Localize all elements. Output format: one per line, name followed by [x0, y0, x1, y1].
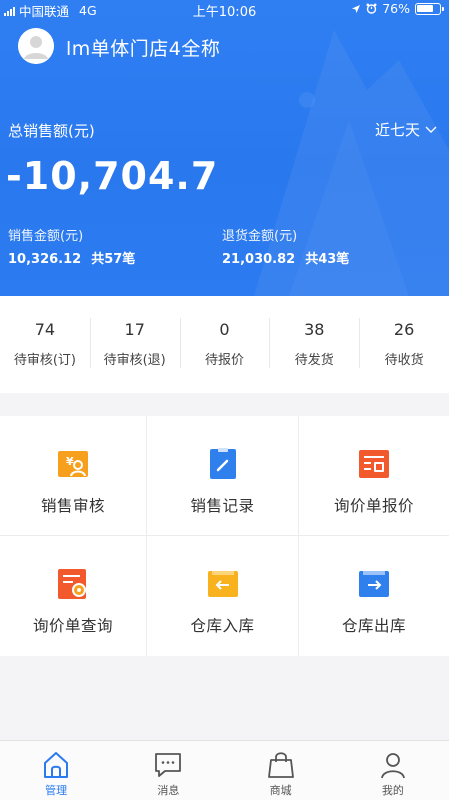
counter-pending-order-review[interactable]: 74 待审核(订) — [0, 296, 90, 393]
status-bar: 中国联通 4G 上午10:06 76% — [0, 0, 449, 20]
user-icon — [380, 753, 405, 779]
avatar[interactable] — [18, 28, 54, 64]
message-icon — [155, 753, 182, 777]
counter-pending-receipt[interactable]: 26 待收货 — [359, 296, 449, 393]
menu-label: 销售记录 — [190, 497, 255, 515]
period-selector[interactable]: 近七天 — [375, 119, 437, 140]
tab-manage[interactable]: 管理 — [0, 741, 112, 800]
sales-record-icon — [209, 448, 236, 479]
return-amount-summary: 21,030.82 共43笔 — [222, 248, 349, 267]
sales-summary-header: 中国联通 4G 上午10:06 76% lm单体门店4全称 总销售额(元) 近七… — [0, 0, 449, 296]
user-avatar-icon — [18, 28, 54, 64]
function-menu-grid: ¥ 销售审核 销售记录 询价单报价 询价单查询 仓库入库 仓库出库 — [0, 416, 449, 656]
sales-amount-label: 销售金额(元) — [8, 229, 84, 244]
total-sales-label: 总销售额(元) — [8, 122, 95, 140]
counter-value: 0 — [219, 320, 230, 339]
home-icon — [44, 752, 69, 778]
warehouse-in-icon — [207, 571, 238, 597]
svg-text:¥: ¥ — [66, 455, 74, 468]
counter-label: 待发货 — [294, 353, 334, 368]
total-sales-value: -10,704.7 — [6, 154, 219, 198]
store-name[interactable]: lm单体门店4全称 — [66, 34, 220, 61]
menu-sales-review[interactable]: ¥ 销售审核 — [0, 416, 147, 536]
tab-label: 商城 — [269, 784, 292, 797]
counter-label: 待审核(退) — [103, 353, 166, 368]
order-status-counters: 74 待审核(订) 17 待审核(退) 0 待报价 38 待发货 26 待收货 — [0, 296, 449, 393]
menu-label: 仓库入库 — [190, 617, 255, 635]
battery-icon — [415, 2, 444, 15]
counter-label: 待收货 — [384, 353, 424, 368]
inquiry-quote-icon — [359, 450, 389, 478]
menu-inquiry-quote[interactable]: 询价单报价 — [299, 416, 449, 536]
menu-sales-record[interactable]: 销售记录 — [147, 416, 299, 536]
tab-messages[interactable]: 消息 — [112, 741, 224, 800]
period-label: 近七天 — [374, 121, 420, 139]
tab-mall[interactable]: 商城 — [225, 741, 337, 800]
return-amount-label: 退货金额(元) — [222, 229, 298, 244]
menu-label: 仓库出库 — [341, 617, 406, 635]
menu-label: 询价单报价 — [333, 497, 414, 515]
bottom-tab-bar: 管理 消息 商城 我的 — [0, 740, 449, 800]
menu-warehouse-out[interactable]: 仓库出库 — [299, 536, 449, 656]
counter-value: 38 — [304, 320, 325, 339]
counter-pending-quote[interactable]: 0 待报价 — [179, 296, 270, 393]
chevron-down-icon — [425, 126, 437, 133]
counter-label: 待报价 — [204, 353, 244, 368]
location-icon — [352, 4, 361, 13]
battery-percent: 76% — [382, 1, 410, 16]
tab-label: 管理 — [45, 784, 68, 797]
tab-label: 消息 — [157, 784, 180, 797]
menu-inquiry-search[interactable]: 询价单查询 — [0, 536, 147, 656]
sales-count: 共57笔 — [91, 252, 136, 267]
menu-label: 销售审核 — [40, 497, 105, 515]
counter-pending-shipment[interactable]: 38 待发货 — [269, 296, 359, 393]
tab-label: 我的 — [381, 784, 404, 797]
return-amount-value: 21,030.82 — [222, 252, 296, 267]
sales-amount-summary: 10,326.12 共57笔 — [8, 248, 135, 267]
counter-label: 待审核(订) — [13, 353, 76, 368]
alarm-icon — [366, 3, 377, 14]
sales-amount-value: 10,326.12 — [8, 252, 82, 267]
counter-value: 26 — [393, 320, 415, 339]
warehouse-out-icon — [359, 571, 389, 597]
tab-mine[interactable]: 我的 — [337, 741, 449, 800]
sales-review-icon: ¥ — [58, 451, 88, 477]
menu-warehouse-in[interactable]: 仓库入库 — [147, 536, 299, 656]
menu-label: 询价单查询 — [32, 617, 113, 635]
shopping-bag-icon — [267, 752, 294, 778]
counter-value: 74 — [34, 320, 56, 339]
counter-value: 17 — [124, 320, 145, 339]
counter-pending-return-review[interactable]: 17 待审核(退) — [89, 296, 180, 393]
return-count: 共43笔 — [305, 252, 350, 267]
inquiry-search-icon — [58, 569, 86, 599]
